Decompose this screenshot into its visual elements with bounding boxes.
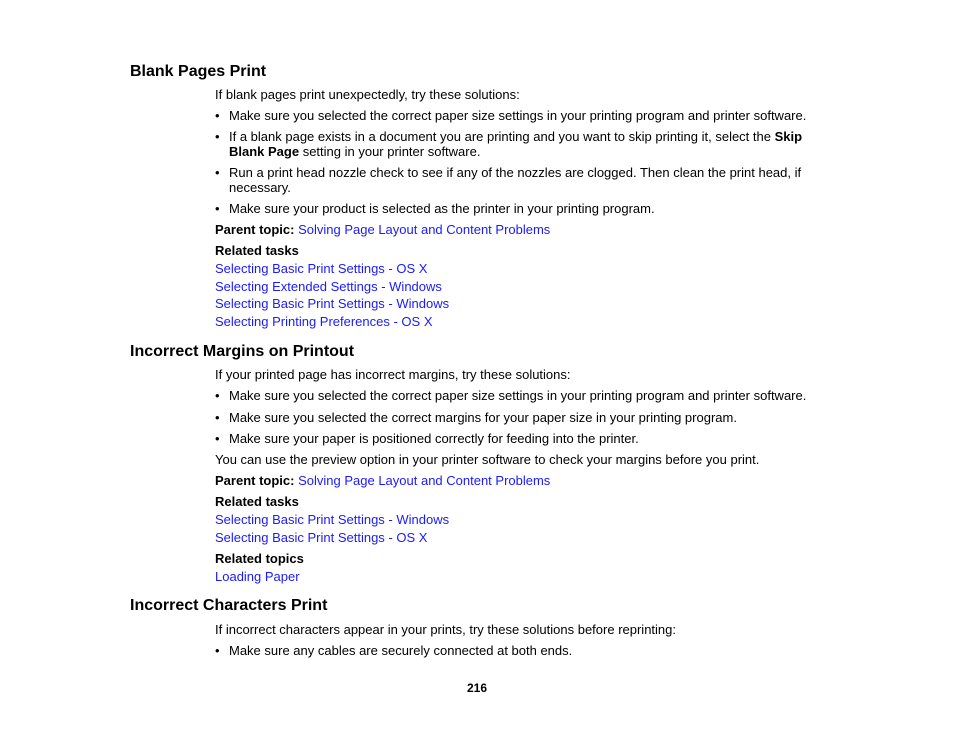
section-intro: If blank pages print unexpectedly, try t… — [215, 87, 520, 102]
bullet-icon: • — [215, 201, 220, 216]
related-topic-link[interactable]: Loading Paper — [215, 569, 300, 584]
related-task-link[interactable]: Selecting Extended Settings - Windows — [215, 279, 442, 294]
parent-topic: Parent topic: Solving Page Layout and Co… — [215, 473, 550, 488]
bullet-icon: • — [215, 108, 220, 123]
parent-topic-label: Parent topic: — [215, 222, 295, 237]
section-intro: If incorrect characters appear in your p… — [215, 622, 676, 637]
section-intro: If your printed page has incorrect margi… — [215, 367, 571, 382]
bullet-icon: • — [215, 388, 220, 403]
related-task-link[interactable]: Selecting Basic Print Settings - Windows — [215, 512, 449, 527]
related-task-link[interactable]: Selecting Printing Preferences - OS X — [215, 314, 433, 329]
parent-topic-label: Parent topic: — [215, 473, 295, 488]
related-task-link[interactable]: Selecting Basic Print Settings - OS X — [215, 261, 427, 276]
bullet-icon: • — [215, 165, 220, 180]
related-topics-label: Related topics — [215, 551, 304, 566]
bullet-icon: • — [215, 129, 220, 144]
ui-term: Blank Page — [229, 144, 300, 159]
ui-term: Skip — [774, 129, 803, 144]
section-note: You can use the preview option in your p… — [215, 452, 760, 467]
bullet-icon: • — [215, 643, 220, 658]
related-tasks-label: Related tasks — [215, 243, 299, 258]
related-task-link[interactable]: Selecting Basic Print Settings - OS X — [215, 530, 427, 545]
related-tasks-label: Related tasks — [215, 494, 299, 509]
parent-topic-link[interactable]: Solving Page Layout and Content Problems — [298, 222, 550, 237]
section-heading-incorrect-characters: Incorrect Characters Print — [130, 597, 328, 614]
parent-topic: Parent topic: Solving Page Layout and Co… — [215, 222, 550, 237]
bullet-icon: • — [215, 431, 220, 446]
section-heading-blank-pages-print: Blank Pages Print — [130, 63, 267, 80]
parent-topic-link[interactable]: Solving Page Layout and Content Problems — [298, 473, 550, 488]
related-task-link[interactable]: Selecting Basic Print Settings - Windows — [215, 296, 449, 311]
bullet-icon: • — [215, 410, 220, 425]
page-number: 216 — [466, 681, 488, 695]
section-heading-incorrect-margins: Incorrect Margins on Printout — [130, 343, 355, 360]
